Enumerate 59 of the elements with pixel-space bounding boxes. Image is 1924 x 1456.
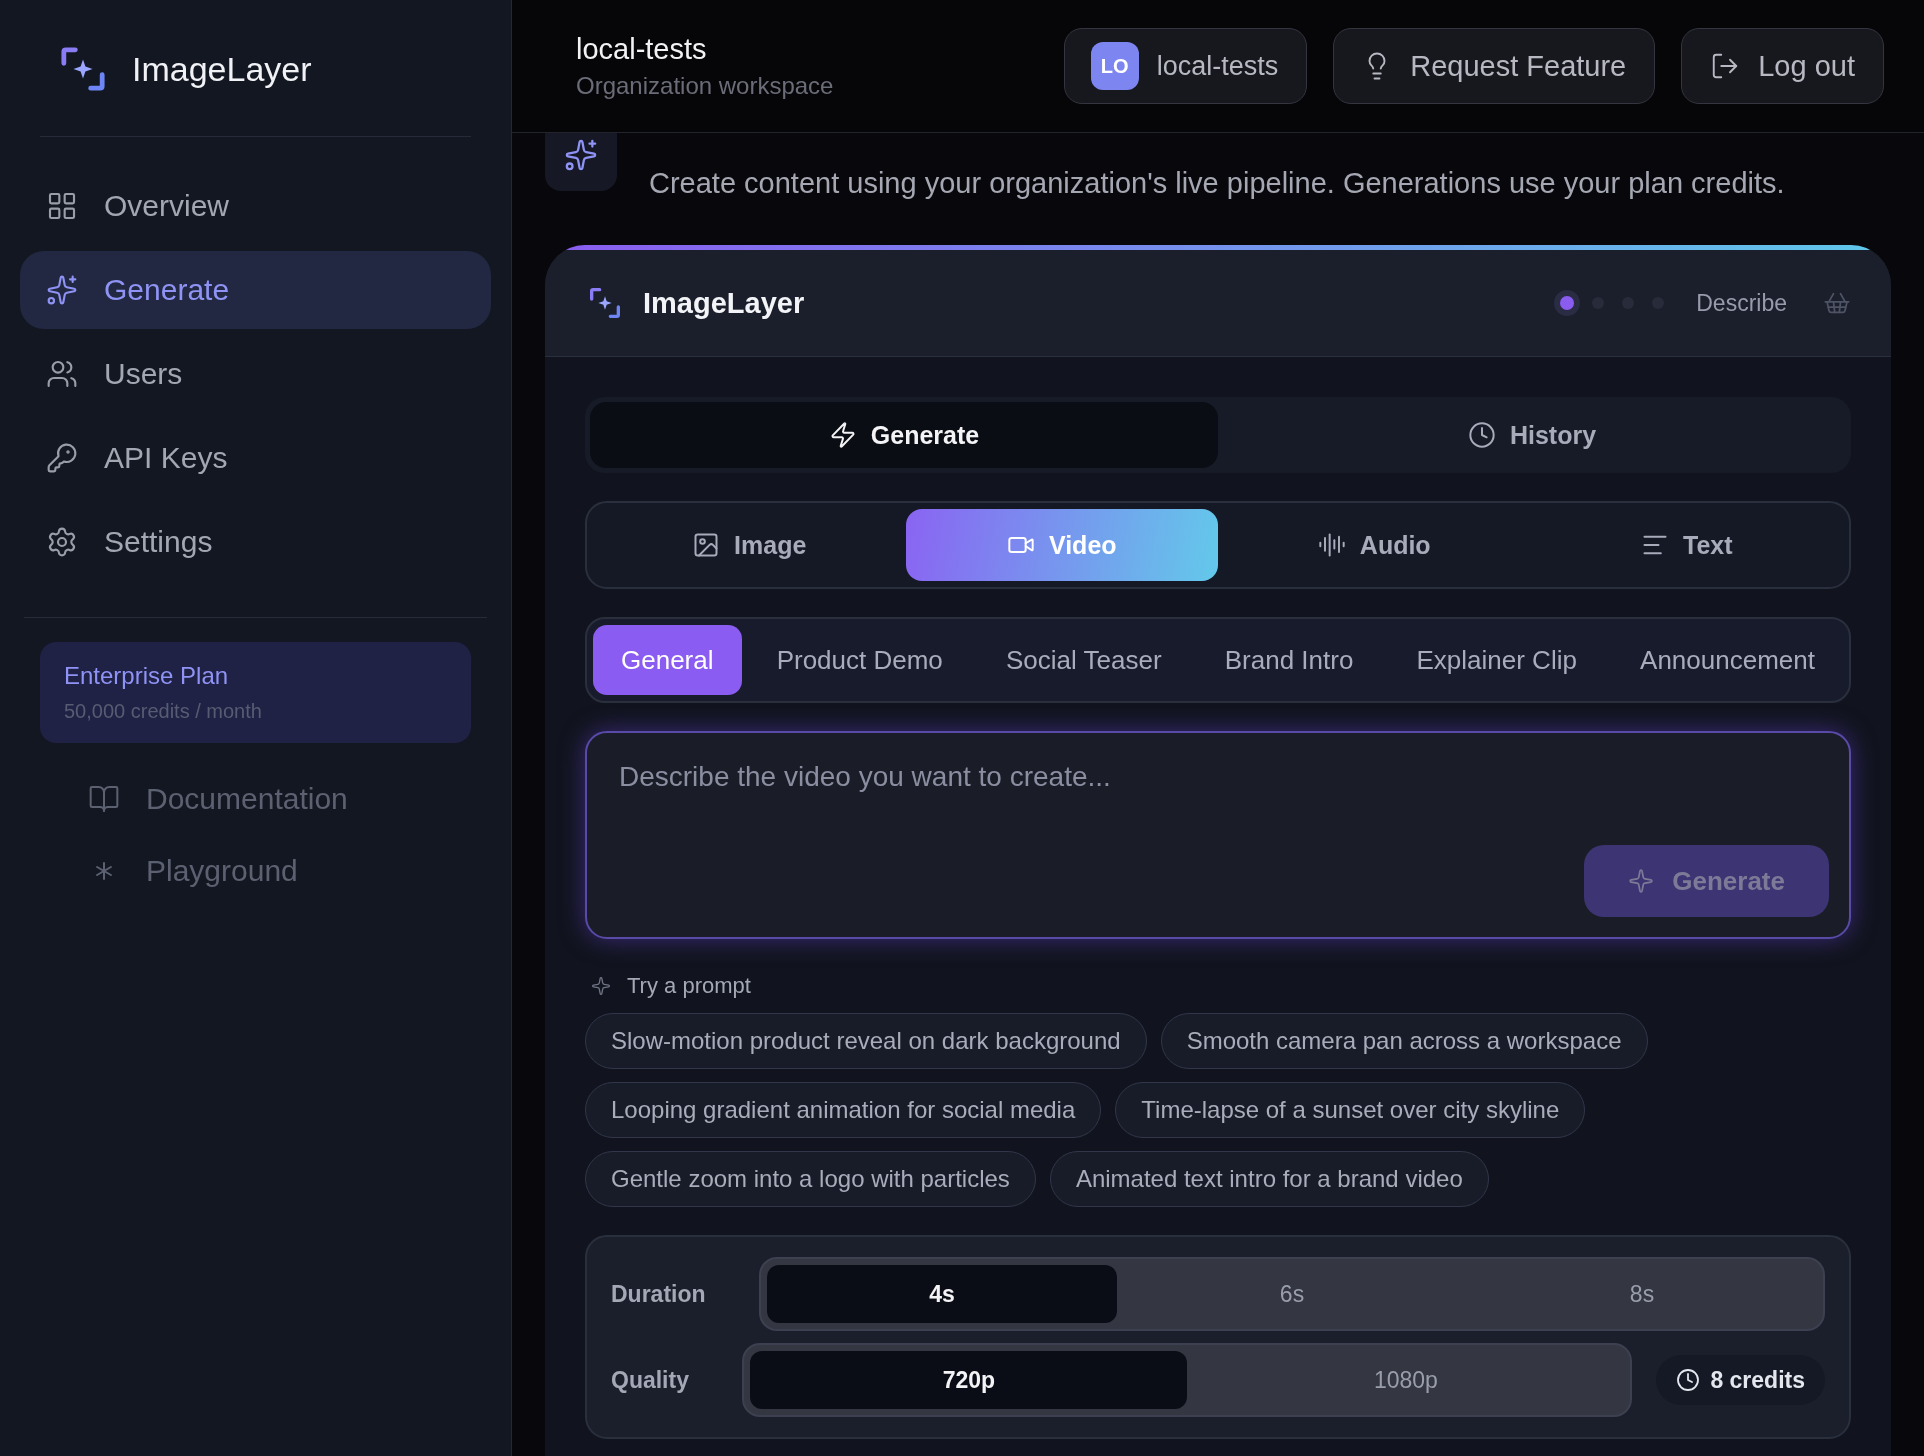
mode-tab[interactable]: Generate	[590, 402, 1218, 468]
sparkle-icon	[1628, 868, 1655, 894]
media-tab[interactable]: Text	[1530, 509, 1843, 581]
grid-icon	[46, 190, 78, 222]
book-icon	[88, 783, 120, 815]
suggestions-label: Try a prompt	[627, 973, 751, 999]
preset-tab[interactable]: Explainer Clip	[1388, 625, 1605, 695]
media-tab[interactable]: Audio	[1218, 509, 1531, 581]
logo-icon	[60, 46, 106, 92]
step-label: Describe	[1696, 289, 1787, 317]
request-button[interactable]: Request Feature	[1333, 28, 1656, 104]
mode-tab[interactable]: History	[1218, 402, 1846, 468]
segment-option[interactable]: 6s	[1117, 1265, 1467, 1323]
logo-icon	[589, 287, 621, 319]
image-icon	[692, 531, 721, 559]
key-icon	[46, 442, 78, 474]
credits-badge: 8 credits	[1656, 1355, 1825, 1405]
audio-icon	[1317, 531, 1346, 559]
prompt-chip[interactable]: Looping gradient animation for social media	[585, 1082, 1102, 1138]
nav-item[interactable]: Overview	[20, 167, 491, 245]
users-icon	[46, 358, 78, 390]
option-label: Quality	[611, 1366, 690, 1394]
card-brand: ImageLayer	[643, 286, 806, 320]
segment-option[interactable]: 720p	[750, 1351, 1188, 1409]
clock-icon	[1467, 421, 1496, 449]
segment-option[interactable]: 8s	[1467, 1265, 1817, 1323]
nav-item[interactable]: Settings	[20, 503, 491, 581]
org-name: local-tests	[576, 32, 708, 66]
org-subtitle: Organization workspace	[576, 71, 835, 100]
sparkles-icon	[564, 138, 598, 172]
prompt-chip[interactable]: Slow-motion product reveal on dark background	[585, 1013, 1147, 1069]
prompt-chip[interactable]: Animated text intro for a brand video	[1049, 1151, 1489, 1207]
nav-item[interactable]: API Keys	[20, 419, 491, 497]
brand-name: ImageLayer	[132, 49, 312, 89]
prompt-chip[interactable]: Time-lapse of a sunset over city skyline	[1115, 1082, 1586, 1138]
prompt-chip[interactable]: Gentle zoom into a logo with particles	[585, 1151, 1036, 1207]
prompt-chip[interactable]: Smooth camera pan across a workspace	[1160, 1013, 1648, 1069]
nav-item[interactable]: Generate	[20, 251, 491, 329]
nav-item[interactable]: Users	[20, 335, 491, 413]
plan-detail: 50,000 credits / month	[64, 700, 263, 723]
segment-option[interactable]: 1080p	[1187, 1351, 1625, 1409]
preset-tab[interactable]: Announcement	[1612, 625, 1843, 695]
account-button[interactable]: LO local-tests	[1063, 28, 1308, 104]
avatar: LO	[1090, 42, 1139, 90]
preset-tab[interactable]: Product Demo	[748, 625, 971, 695]
plan-name: Enterprise Plan	[64, 662, 230, 690]
preset-tab[interactable]: Brand Intro	[1196, 625, 1382, 695]
preset-tab[interactable]: General	[593, 625, 742, 695]
sparkle-icon	[591, 976, 611, 996]
clock-icon	[1676, 1368, 1701, 1392]
preset-tab[interactable]: Social Teaser	[977, 625, 1190, 695]
logout-button[interactable]: Log out	[1681, 28, 1884, 104]
sparkles-icon	[46, 274, 78, 306]
page-subtitle: Create content using your organization's live pipeline. Generations use your plan credits.	[649, 166, 1785, 201]
settings-icon	[46, 526, 78, 558]
segment-option[interactable]: 4s	[767, 1265, 1117, 1323]
media-tab[interactable]: Image	[593, 509, 906, 581]
account-name: local-tests	[1156, 50, 1279, 82]
option-label: Duration	[611, 1280, 707, 1308]
